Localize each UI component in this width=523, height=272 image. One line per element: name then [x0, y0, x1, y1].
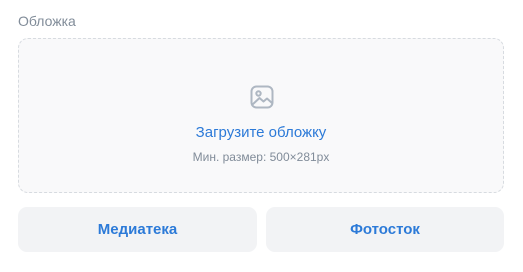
cover-section-label: Обложка [18, 13, 76, 29]
cover-upload-panel: Обложка Загрузите обложку Мин. размер: 5… [0, 0, 523, 272]
upload-cover-link[interactable]: Загрузите обложку [19, 123, 503, 143]
photostock-button[interactable]: Фотосток [266, 207, 504, 252]
min-size-hint: Мин. размер: 500×281px [192, 150, 330, 164]
media-library-button[interactable]: Медиатека [18, 207, 257, 252]
image-icon [250, 85, 274, 109]
cover-dropzone[interactable]: Загрузите обложку Мин. размер: 500×281px [18, 38, 504, 193]
